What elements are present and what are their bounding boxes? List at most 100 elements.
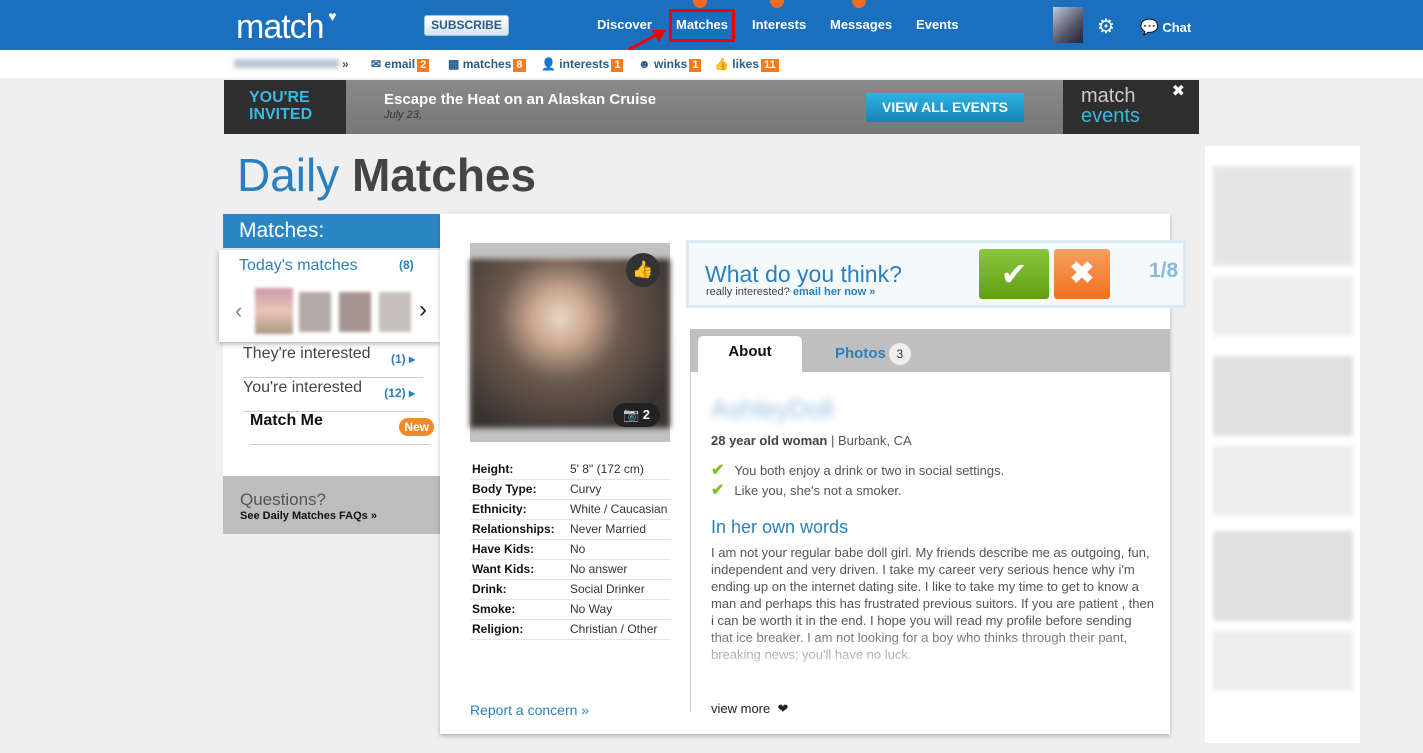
detail-label: Want Kids:: [470, 559, 568, 580]
gear-icon[interactable]: ⚙: [1097, 14, 1115, 39]
count-badge: 1: [611, 59, 624, 72]
sidebar-item-youre-interested[interactable]: You're interested (12) ▸: [243, 379, 423, 412]
label: matches: [462, 57, 512, 71]
faq-link[interactable]: See Daily Matches FAQs »: [240, 510, 423, 522]
detail-value: Social Drinker: [568, 579, 671, 600]
more-link[interactable]: »: [342, 57, 349, 71]
detail-row: Smoke: No Way: [470, 599, 671, 620]
invited-label: YOU'RE INVITED: [224, 80, 346, 134]
detail-value: White / Caucasian: [568, 499, 671, 520]
matches-link[interactable]: ▦ matches 8: [448, 57, 526, 72]
count: 2: [642, 407, 650, 422]
photos-count: 3: [888, 343, 911, 365]
user-avatar[interactable]: [1053, 7, 1083, 43]
nav-messages[interactable]: Messages: [830, 17, 892, 32]
view-more-button[interactable]: view more ❤: [711, 701, 788, 717]
brand-text: events: [1081, 105, 1140, 127]
activity-bar: » ✉ email 2 ▦ matches 8 👤 interests 1 ☻ win…: [0, 50, 1423, 78]
heart-icon: ♥: [328, 8, 336, 24]
top-nav-bar: match ♥ SUBSCRIBE Discover Matches Intere…: [0, 0, 1423, 52]
tab-photos[interactable]: Photos 3: [835, 343, 911, 365]
interests-link[interactable]: 👤 interests 1: [541, 57, 624, 72]
likes-link[interactable]: 👍 likes 11: [714, 57, 779, 72]
detail-value: 5' 8" (172 cm): [568, 460, 671, 480]
own-words-heading: In her own words: [711, 517, 849, 537]
label: email: [384, 57, 416, 71]
label: You're interested: [243, 379, 362, 396]
detail-label: Body Type:: [470, 479, 568, 500]
profile-name: AshleyDoll: [711, 394, 834, 424]
red-arrow-icon: [627, 30, 666, 52]
match-thumbnail[interactable]: [299, 292, 331, 332]
match-events-logo: match events ✖: [1063, 80, 1199, 134]
match-logo[interactable]: match ♥: [236, 8, 337, 47]
check-icon: ✔: [711, 482, 725, 499]
profile-details-table: Height: 5' 8" (172 cm) Body Type: Curvy Ethn…: [470, 460, 671, 640]
event-title[interactable]: Escape the Heat on an Alaskan Cruise: [384, 91, 656, 108]
detail-label: Smoke:: [470, 599, 568, 620]
age-location: 28 year old woman | Burbank, CA: [711, 433, 912, 448]
report-concern-link[interactable]: Report a concern »: [470, 702, 589, 718]
ad-block: [1213, 356, 1353, 436]
chat-button[interactable]: 💬 Chat: [1140, 18, 1191, 36]
nav-events[interactable]: Events: [916, 17, 959, 32]
matches-sidebar: Matches: Today's matches (8) ‹ › They're…: [219, 214, 440, 534]
subscribe-button[interactable]: SUBSCRIBE: [424, 15, 509, 36]
detail-value: No: [568, 539, 671, 560]
own-words-text: I am not your regular babe doll girl. My…: [711, 545, 1154, 662]
notification-dot: [693, 0, 707, 8]
winks-link[interactable]: ☻ winks 1: [638, 57, 702, 72]
detail-label: Height:: [470, 460, 568, 480]
detail-label: Relationships:: [470, 519, 568, 540]
count-badge: 11: [761, 59, 779, 72]
detail-row: Have Kids: No: [470, 539, 671, 560]
sidebar-item-theyre-interested[interactable]: They're interested (1) ▸: [243, 345, 423, 378]
profile-card: 👍 📷 2 Height: 5' 8" (172 cm) Body Type: Cur…: [440, 214, 1186, 734]
sidebar-item-match-me[interactable]: Match Me New: [250, 412, 434, 445]
thumbs-up-icon[interactable]: 👍: [626, 253, 660, 287]
chevron-left-icon[interactable]: ‹: [235, 298, 242, 324]
chat-bubble-icon: 💬: [1140, 19, 1159, 36]
prompt-sub: really interested? email her now »: [706, 286, 876, 298]
tab-about[interactable]: About: [698, 336, 802, 372]
match-thumbnail[interactable]: [379, 292, 411, 332]
ad-block: [1213, 531, 1353, 621]
match-thumbnail[interactable]: [339, 292, 371, 332]
email-her-link[interactable]: email her now »: [793, 286, 876, 298]
count: (12) ▸: [384, 386, 415, 400]
check-icon: ✔: [1000, 256, 1028, 292]
label: interests: [559, 57, 610, 71]
what-do-you-think-panel: What do you think? really interested? em…: [686, 240, 1186, 308]
logo-text: match: [236, 8, 325, 46]
ad-block: [1213, 631, 1353, 691]
nav-interests[interactable]: Interests: [752, 17, 806, 32]
page-title: Daily Matches: [237, 148, 536, 202]
photo-count[interactable]: 📷 2: [612, 403, 660, 427]
prompt-heading: What do you think?: [705, 261, 902, 287]
email-link[interactable]: ✉ email 2: [371, 57, 430, 72]
no-button[interactable]: ✖: [1054, 249, 1110, 299]
sidebar-header: Matches:: [223, 214, 440, 248]
smiley-icon: ☻: [638, 57, 651, 71]
username-blurred[interactable]: [234, 59, 339, 68]
chevron-right-icon[interactable]: ›: [419, 296, 427, 324]
detail-row: Want Kids: No answer: [470, 559, 671, 580]
advertisement[interactable]: [1205, 146, 1360, 743]
detail-row: Religion: Christian / Other: [470, 619, 671, 640]
event-date: July 23,: [384, 109, 422, 121]
count-badge: 8: [513, 59, 526, 72]
detail-row: Body Type: Curvy: [470, 479, 671, 500]
ad-block: [1213, 276, 1353, 336]
label: winks: [653, 57, 688, 71]
check-icon: ✔: [711, 462, 725, 479]
close-icon[interactable]: ✖: [1172, 82, 1185, 102]
yes-button[interactable]: ✔: [979, 249, 1049, 299]
profile-photo[interactable]: 👍 📷 2: [470, 243, 670, 442]
title-bold: Matches: [352, 149, 537, 201]
match-thumbnail[interactable]: [255, 288, 293, 334]
count-badge: 1: [689, 59, 702, 72]
detail-value: Never Married: [568, 519, 671, 540]
todays-matches-link[interactable]: Today's matches: [239, 257, 358, 275]
questions-box: Questions? See Daily Matches FAQs »: [223, 476, 440, 534]
view-all-events-button[interactable]: VIEW ALL EVENTS: [866, 93, 1024, 122]
